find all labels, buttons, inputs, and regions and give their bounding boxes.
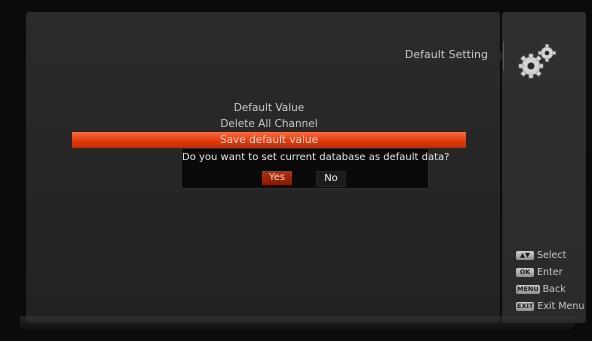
menu-key-icon: MENU	[516, 285, 540, 294]
ok-key-icon: OK	[516, 268, 534, 277]
menu-item-default-value[interactable]: Default Value	[72, 100, 466, 116]
dialog-message: Do you want to set current database as d…	[182, 152, 450, 163]
help-label: Enter	[537, 267, 563, 278]
settings-menu: Default Value Delete All Channel Save de…	[72, 100, 466, 148]
gears-icon	[516, 42, 558, 82]
menu-title: Default Setting	[404, 48, 488, 61]
panel-notch-line	[491, 42, 504, 70]
exit-key-icon: EXIT	[516, 302, 535, 311]
bottom-edge	[20, 316, 575, 330]
menu-item-delete-all-channel[interactable]: Delete All Channel	[72, 116, 466, 132]
updown-key-icon: ▲▼	[516, 251, 534, 260]
help-label: Exit Menu	[537, 301, 585, 312]
help-select: ▲▼ Select	[516, 247, 588, 264]
menu-item-save-default-value[interactable]: Save default value	[72, 132, 466, 148]
tv-screen: Default Setting Default Value Delete All…	[0, 0, 592, 341]
yes-button[interactable]: Yes	[262, 171, 292, 185]
help-legend: ▲▼ Select OK Enter MENU Back EXIT Exit M…	[516, 247, 588, 315]
help-back: MENU Back	[516, 281, 588, 298]
no-button[interactable]: No	[316, 171, 346, 187]
help-label: Back	[542, 284, 566, 295]
help-enter: OK Enter	[516, 264, 588, 281]
confirm-dialog: Do you want to set current database as d…	[181, 148, 450, 189]
help-label: Select	[537, 250, 567, 261]
help-exit: EXIT Exit Menu	[516, 298, 588, 315]
